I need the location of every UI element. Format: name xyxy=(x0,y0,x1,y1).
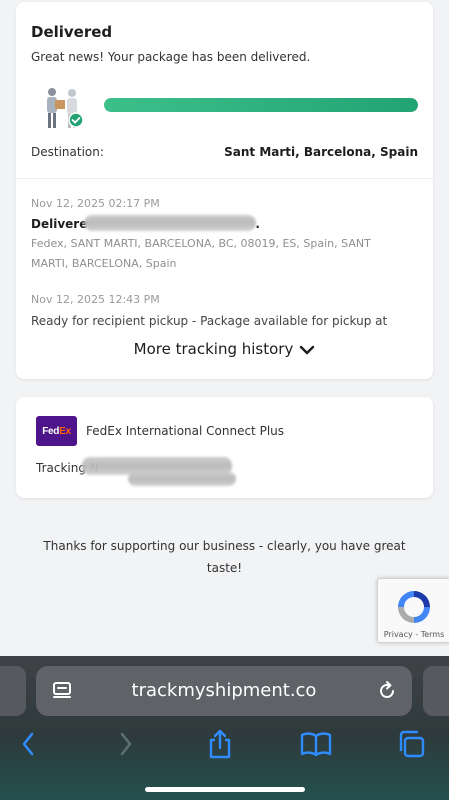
recaptcha-links[interactable]: Privacy - Terms xyxy=(378,630,449,639)
fedex-logo: Fed Ex xyxy=(36,416,77,446)
more-tracking-history-button[interactable]: More tracking history xyxy=(16,340,433,358)
divider xyxy=(16,178,433,179)
delivery-person-icon xyxy=(38,84,98,134)
redaction-blur xyxy=(128,472,236,486)
carrier-service-name: FedEx International Connect Plus xyxy=(86,424,285,438)
forward-button[interactable] xyxy=(110,728,142,760)
recaptcha-icon xyxy=(398,591,430,623)
url-text[interactable]: trackmyshipment.co xyxy=(36,680,412,701)
back-button[interactable] xyxy=(12,728,44,760)
chevron-right-icon xyxy=(120,732,132,756)
progress-fill xyxy=(104,98,418,112)
home-indicator xyxy=(145,787,305,792)
tabs-icon xyxy=(399,730,425,758)
tabs-button[interactable] xyxy=(395,728,427,760)
fedex-logo-ex: Ex xyxy=(59,425,71,437)
fedex-logo-fed: Fed xyxy=(42,425,60,437)
address-bar[interactable]: trackmyshipment.co xyxy=(36,666,412,716)
delivery-progress-bar xyxy=(104,98,418,112)
event-description: Ready for recipient pickup - Package ava… xyxy=(31,314,388,328)
status-subtitle: Great news! Your package has been delive… xyxy=(31,50,311,64)
event-title-text: Delivere xyxy=(31,217,88,231)
thanks-message: Thanks for supporting our business - cle… xyxy=(43,539,406,575)
share-button[interactable] xyxy=(204,728,236,760)
browser-toolbar: trackmyshipment.co xyxy=(0,656,449,800)
carrier-card: Fed Ex FedEx International Connect Plus T… xyxy=(16,397,433,498)
status-title: Delivered xyxy=(31,23,113,41)
delivery-status-card: Delivered Great news! Your package has b… xyxy=(16,2,433,379)
share-icon xyxy=(209,729,231,759)
recaptcha-badge[interactable]: Privacy - Terms xyxy=(377,578,449,643)
next-tab-preview[interactable] xyxy=(423,666,449,716)
event-detail: Fedex, SANT MARTI, BARCELONA, BC, 08019,… xyxy=(31,237,371,270)
event-title-tail: . xyxy=(255,217,260,231)
bookmarks-button[interactable] xyxy=(300,728,332,760)
chevron-down-icon xyxy=(300,345,315,354)
event-time: Nov 12, 2025 12:43 PM xyxy=(31,293,160,306)
destination-label: Destination: xyxy=(31,145,104,159)
reload-icon[interactable] xyxy=(376,680,398,702)
book-icon xyxy=(300,732,332,757)
redaction-blur xyxy=(84,215,256,231)
event-time: Nov 12, 2025 02:17 PM xyxy=(31,197,160,210)
previous-tab-preview[interactable] xyxy=(0,666,26,716)
more-tracking-history-label: More tracking history xyxy=(133,340,294,358)
chevron-left-icon xyxy=(22,732,34,756)
destination-value: Sant Marti, Barcelona, Spain xyxy=(224,145,418,159)
